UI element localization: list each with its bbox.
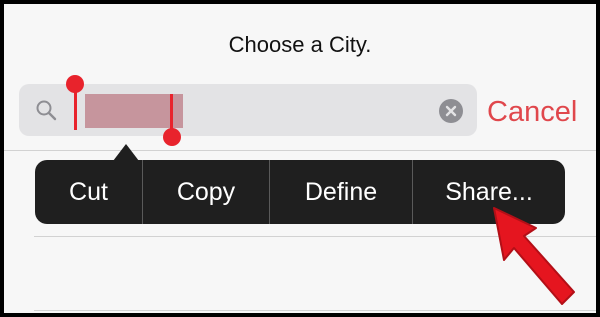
list-separator	[34, 310, 596, 311]
search-icon	[35, 99, 57, 121]
selection-end-handle-line	[170, 94, 173, 132]
search-bar[interactable]	[19, 75, 477, 146]
pointer-arrow-icon	[493, 207, 575, 305]
list-separator	[4, 150, 596, 151]
edit-menu: Cut Copy Define Share...	[35, 160, 565, 224]
menu-item-copy[interactable]: Copy	[143, 160, 269, 224]
selection-start-handle-line	[74, 90, 77, 130]
page-title: Choose a City.	[228, 32, 372, 57]
menu-item-define[interactable]: Define	[270, 160, 412, 224]
selection-start-handle[interactable]	[66, 75, 84, 93]
selected-text[interactable]	[85, 94, 183, 128]
cancel-button[interactable]: Cancel	[487, 92, 577, 132]
clear-text-button[interactable]	[439, 99, 463, 123]
menu-item-cut[interactable]: Cut	[35, 160, 142, 224]
edit-menu-pointer	[113, 144, 139, 161]
selection-end-handle[interactable]	[163, 128, 181, 146]
clear-x-icon	[445, 105, 457, 117]
screenshot-frame: Choose a City. Cancel Cut Copy Define Sh…	[4, 4, 596, 313]
